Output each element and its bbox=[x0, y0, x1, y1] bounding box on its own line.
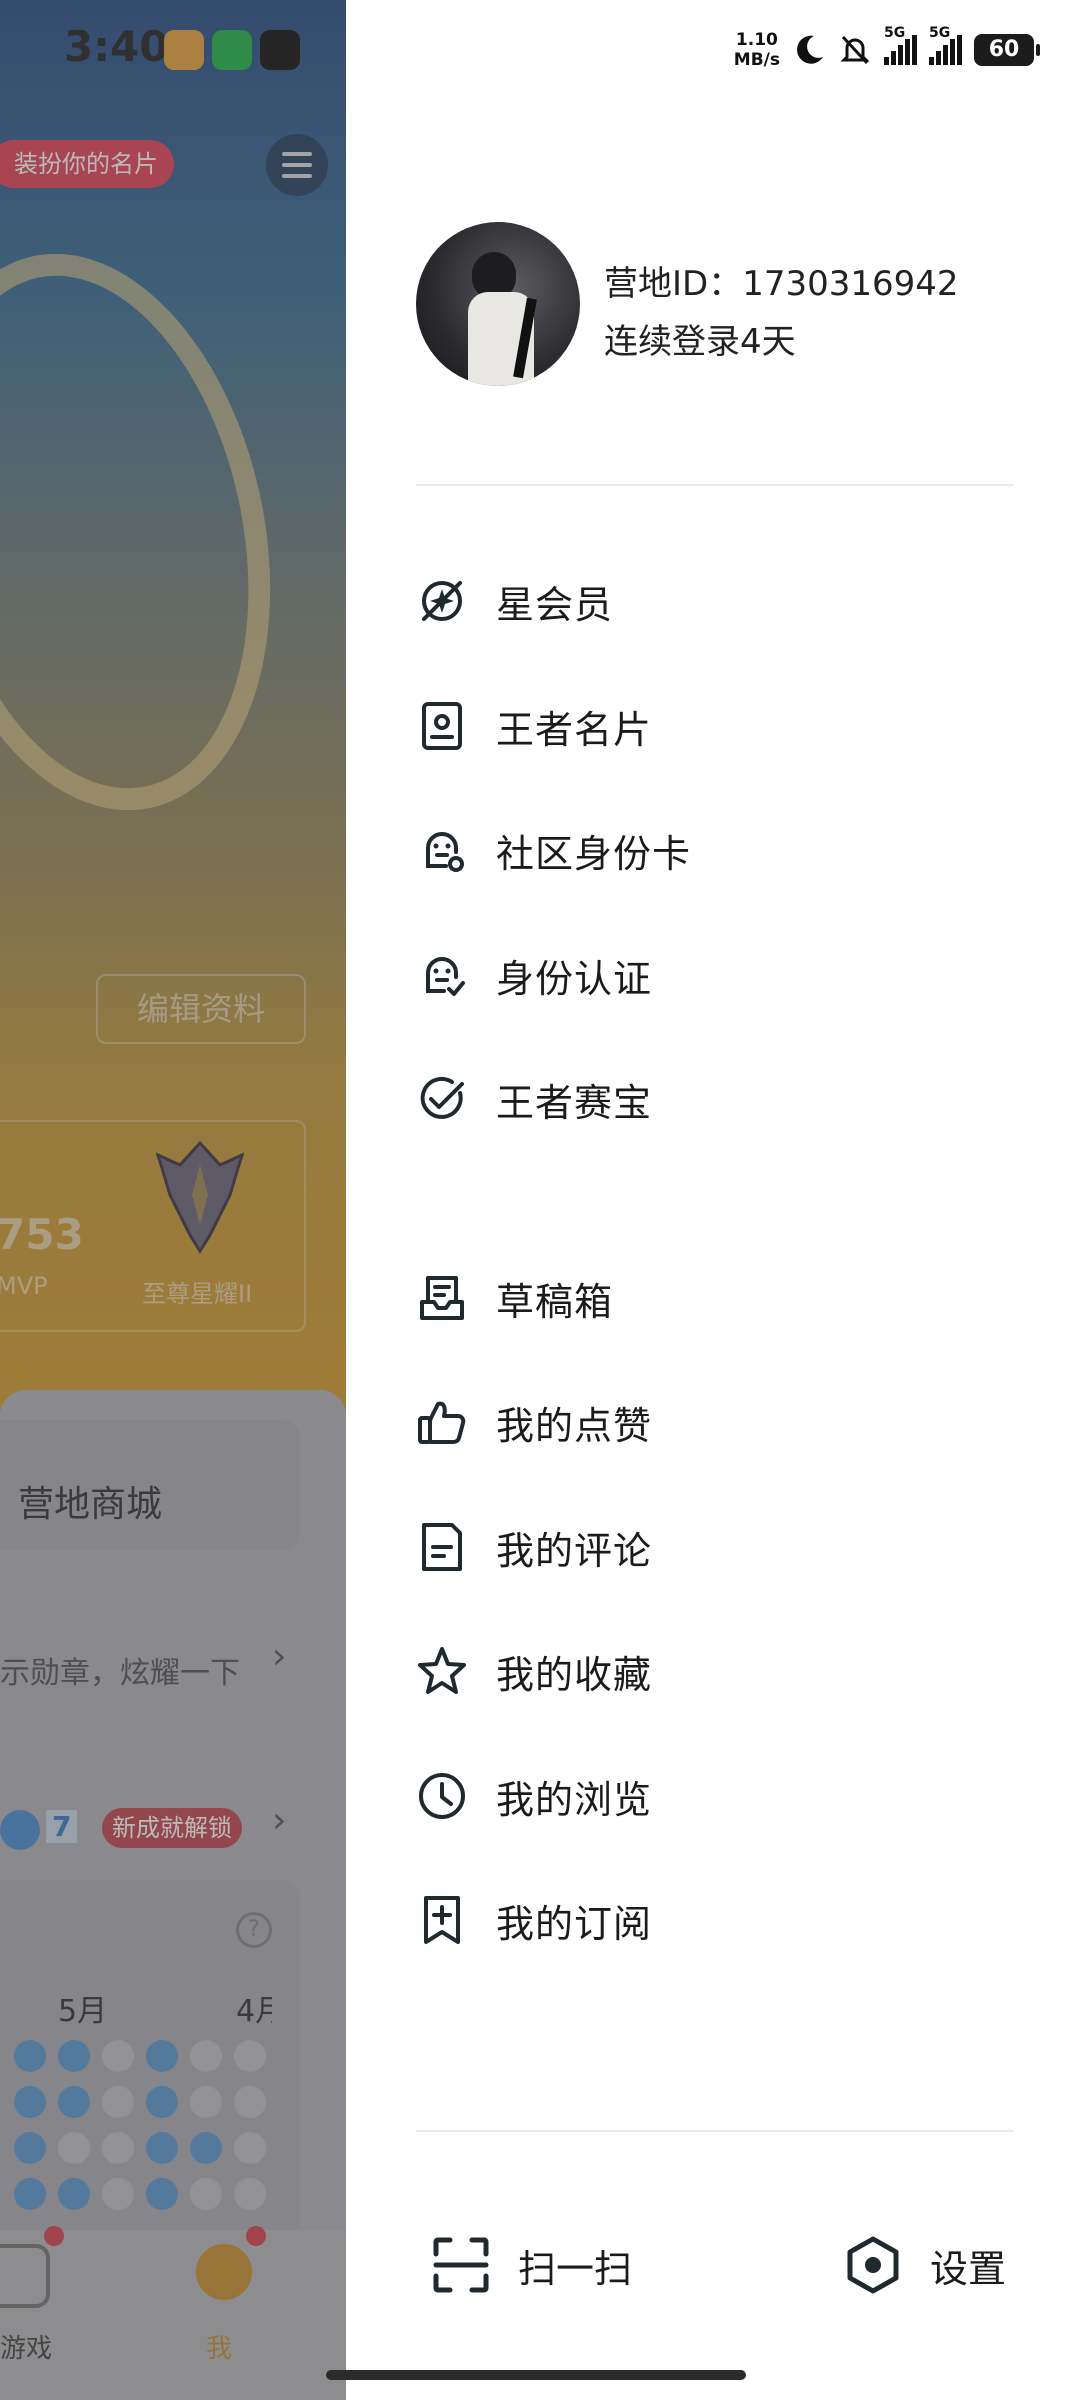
drawer-footer: 扫一扫 设置 bbox=[346, 2210, 1080, 2320]
side-drawer: 1.10 MB/s 5G 5G 60 营地ID：1730316942 连续登录4… bbox=[346, 0, 1080, 2400]
background-profile-page[interactable]: 3:40 装扮你的名片 编辑资料 753 MVP 至尊星耀II 营地商城 示勋章… bbox=[0, 0, 346, 2400]
menu-item-label: 星会员 bbox=[496, 582, 614, 627]
menu-item-label: 草稿箱 bbox=[496, 1279, 614, 1324]
settings-hexagon-icon bbox=[847, 2236, 899, 2294]
menu-item-my-comments[interactable]: 我的评论 bbox=[416, 1499, 1014, 1595]
status-bar: 1.10 MB/s 5G 5G 60 bbox=[733, 25, 1040, 74]
drafts-icon bbox=[420, 1276, 464, 1320]
identity-verify-icon bbox=[426, 957, 465, 996]
camp-id: 营地ID：1730316942 bbox=[604, 264, 959, 304]
network-speed: 1.10 MB/s bbox=[733, 30, 780, 70]
settings-label: 设置 bbox=[930, 2246, 1007, 2291]
menu-item-label: 我的收藏 bbox=[496, 1652, 653, 1697]
scan-icon bbox=[433, 2237, 489, 2293]
menu-item-star-member[interactable]: 星会员 bbox=[416, 553, 1014, 649]
login-streak: 连续登录4天 bbox=[604, 322, 796, 362]
name-card-icon bbox=[422, 702, 462, 750]
bookmark-add-icon bbox=[424, 1896, 460, 1944]
clock-icon bbox=[419, 1773, 465, 1819]
divider bbox=[416, 484, 1014, 486]
moon-icon bbox=[797, 35, 823, 64]
home-indicator[interactable] bbox=[326, 2370, 746, 2380]
comment-icon bbox=[422, 1523, 462, 1571]
menu-item-label: 我的订阅 bbox=[496, 1901, 653, 1946]
menu-item-name-card[interactable]: 王者名片 bbox=[416, 678, 1014, 774]
signal-icon: 5G bbox=[929, 25, 962, 65]
menu-item-label: 我的评论 bbox=[496, 1528, 653, 1573]
menu-item-identity-verify[interactable]: 身份认证 bbox=[416, 927, 1014, 1023]
menu-item-label: 我的点赞 bbox=[496, 1403, 653, 1448]
star-member-icon bbox=[422, 581, 462, 621]
menu-item-my-likes[interactable]: 我的点赞 bbox=[416, 1374, 1014, 1470]
menu-item-label: 我的浏览 bbox=[496, 1777, 653, 1822]
menu-item-label: 身份认证 bbox=[496, 956, 653, 1001]
menu-item-my-subscriptions[interactable]: 我的订阅 bbox=[416, 1872, 1014, 1968]
community-id-icon bbox=[426, 832, 464, 872]
match-treasure-icon bbox=[420, 1076, 464, 1119]
scan-button[interactable]: 扫一扫 bbox=[432, 2210, 632, 2320]
battery-icon: 60 bbox=[974, 34, 1040, 66]
scan-label: 扫一扫 bbox=[518, 2246, 633, 2291]
avatar[interactable] bbox=[416, 222, 580, 386]
menu-item-match-treasure[interactable]: 王者赛宝 bbox=[416, 1051, 1014, 1147]
dim-overlay[interactable] bbox=[0, 0, 346, 2400]
bell-muted-icon bbox=[840, 35, 870, 65]
menu-item-my-favorites[interactable]: 我的收藏 bbox=[416, 1623, 1014, 1719]
divider bbox=[416, 2130, 1014, 2132]
signal-icon: 5G bbox=[884, 25, 917, 65]
menu-item-label: 王者名片 bbox=[496, 707, 653, 752]
menu-item-my-history[interactable]: 我的浏览 bbox=[416, 1748, 1014, 1844]
menu-item-label: 社区身份卡 bbox=[496, 831, 692, 876]
menu-item-community-id[interactable]: 社区身份卡 bbox=[416, 802, 1014, 898]
star-icon bbox=[418, 1647, 466, 1694]
menu-item-label: 王者赛宝 bbox=[496, 1080, 653, 1125]
menu-item-drafts[interactable]: 草稿箱 bbox=[416, 1250, 1014, 1346]
thumbs-up-icon bbox=[418, 1401, 466, 1444]
settings-button[interactable]: 设置 bbox=[844, 2210, 1006, 2320]
